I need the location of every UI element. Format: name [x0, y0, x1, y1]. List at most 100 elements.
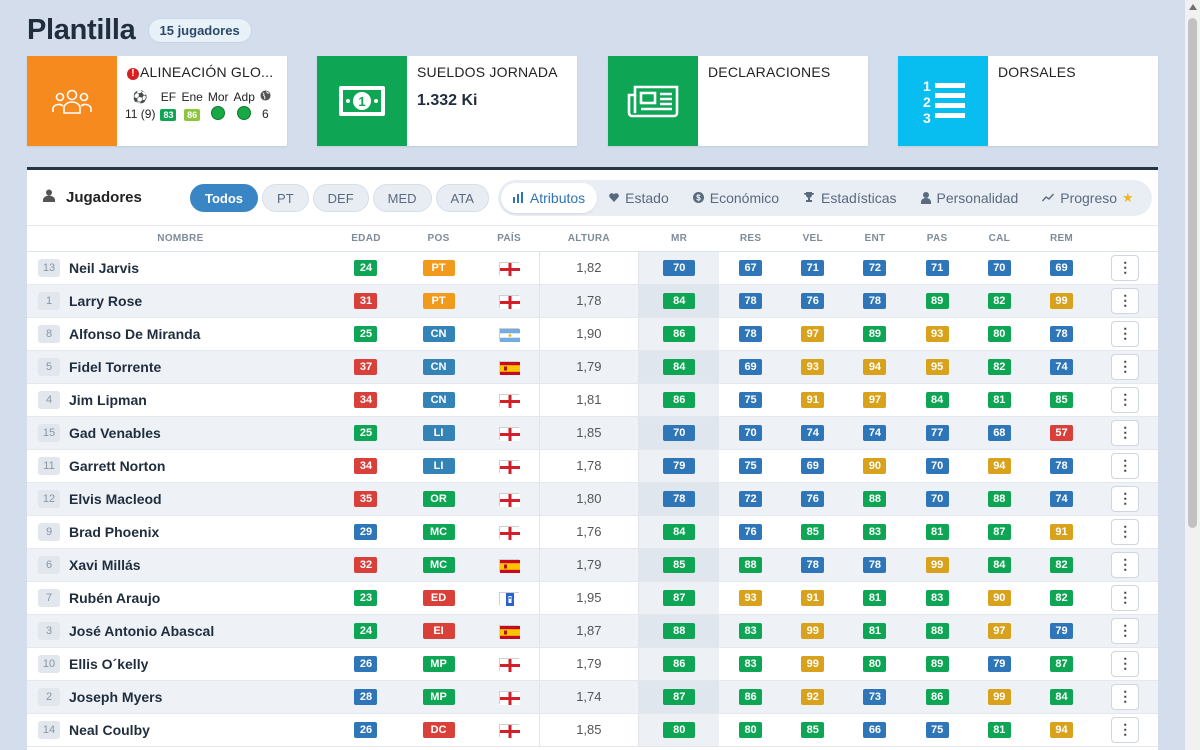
header-cal[interactable]: CAL	[968, 226, 1031, 252]
rem-badge: 74	[1050, 359, 1073, 375]
dorsal-number: 6	[38, 555, 60, 574]
rem-badge: 82	[1050, 590, 1073, 606]
table-row[interactable]: 2 Joseph Myers 28 MP 1,74 87 86 92 73 86 99 84 ⋮	[27, 680, 1158, 714]
flag-spain-icon	[498, 361, 520, 376]
header-pas[interactable]: PAS	[906, 226, 969, 252]
row-menu-button[interactable]: ⋮	[1111, 551, 1140, 578]
header-mr[interactable]: MR	[638, 226, 720, 252]
player-name[interactable]: Neal Coulby	[69, 722, 150, 738]
tab-economico[interactable]: $ Económico	[681, 183, 791, 213]
table-row[interactable]: 13 Neil Jarvis 24 PT 1,82 70 67 71 72 71 70 69 ⋮	[27, 251, 1158, 285]
player-name[interactable]: Larry Rose	[69, 293, 142, 309]
table-row[interactable]: 3 José Antonio Abascal 24 EI 1,87 88 83 99 81 88 9…	[27, 614, 1158, 648]
filter-med[interactable]: MED	[372, 183, 432, 212]
player-name[interactable]: Neil Jarvis	[69, 260, 139, 276]
mr-badge: 70	[663, 260, 696, 276]
age-badge: 25	[354, 425, 378, 441]
pas-badge: 75	[925, 722, 949, 738]
filter-def[interactable]: DEF	[312, 183, 369, 212]
header-pos[interactable]: POS	[398, 226, 479, 252]
page-scrollbar[interactable]	[1185, 0, 1200, 750]
table-row[interactable]: 5 Fidel Torrente 37 CN 1,79 84 69 93 94 95 82 74 ⋮	[27, 350, 1158, 384]
player-name[interactable]: Fidel Torrente	[69, 359, 161, 375]
table-row[interactable]: 7 Rubén Araujo 23 ED 1,95 87 93 91 81 83 90 82 ⋮	[27, 581, 1158, 615]
numbered-list-icon: 1 2 3	[898, 56, 988, 146]
row-menu-button[interactable]: ⋮	[1111, 419, 1140, 446]
tab-personalidad[interactable]: Personalidad	[909, 183, 1031, 213]
header-rem[interactable]: REM	[1030, 226, 1093, 252]
player-name[interactable]: Gad Venables	[69, 425, 161, 441]
filter-pt[interactable]: PT	[262, 183, 309, 212]
row-menu-button[interactable]: ⋮	[1111, 650, 1140, 677]
header-res[interactable]: RES	[719, 226, 782, 252]
row-menu-button[interactable]: ⋮	[1111, 320, 1140, 347]
flag-england-icon	[498, 262, 520, 277]
scrollbar-thumb[interactable]	[1188, 18, 1197, 528]
table-row[interactable]: 12 Elvis Macleod 35 OR 1,80 78 72 76 88 70 88 74 ⋮	[27, 482, 1158, 516]
header-pais[interactable]: PAÍS	[478, 226, 540, 252]
header-nombre[interactable]: NOMBRE	[27, 226, 334, 252]
age-badge: 31	[354, 293, 378, 309]
lineup-card[interactable]: ! ALINEACIÓN GLO... ⚽ 11 (9) EF 83 Ene 86 Mo…	[27, 56, 287, 146]
filter-todos[interactable]: Todos	[190, 183, 259, 212]
table-row[interactable]: 15 Gad Venables 25 LI 1,85 70 70 74 74 77 68 57 ⋮	[27, 416, 1158, 450]
player-name[interactable]: Garrett Norton	[69, 458, 165, 474]
tab-progreso[interactable]: Progreso ★	[1030, 183, 1145, 213]
header-altura[interactable]: ALTURA	[539, 226, 639, 252]
header-vel[interactable]: VEL	[781, 226, 844, 252]
scroll-up-arrow[interactable]	[1189, 4, 1197, 10]
table-row[interactable]: 11 Garrett Norton 34 LI 1,78 79 75 69 90 70 94 78 ⋮	[27, 449, 1158, 483]
dorsal-number: 15	[38, 423, 60, 442]
summary-cards: ! ALINEACIÓN GLO... ⚽ 11 (9) EF 83 Ene 86 Mo…	[27, 56, 1158, 146]
row-menu-button[interactable]: ⋮	[1111, 353, 1140, 380]
player-name[interactable]: Jim Lipman	[69, 392, 147, 408]
row-menu-button[interactable]: ⋮	[1111, 683, 1140, 710]
flag-england-icon	[498, 295, 520, 310]
flag-spain-icon	[498, 559, 520, 574]
player-name[interactable]: Xavi Millás	[69, 557, 141, 573]
ent-badge: 78	[863, 557, 887, 573]
row-menu-button[interactable]: ⋮	[1111, 716, 1140, 743]
filter-ata[interactable]: ATA	[435, 183, 489, 212]
row-menu-button[interactable]: ⋮	[1111, 386, 1140, 413]
table-row[interactable]: 10 Ellis O´kelly 26 MP 1,79 86 83 99 80 89 79 87 ⋮	[27, 647, 1158, 681]
player-name[interactable]: Elvis Macleod	[69, 491, 162, 507]
lineup-card-title: ALINEACIÓN GLO...	[140, 64, 274, 80]
player-name[interactable]: Rubén Araujo	[69, 590, 160, 606]
row-menu-button[interactable]: ⋮	[1111, 452, 1140, 479]
table-row[interactable]: 8 Alfonso De Miranda 25 CN 1,90 86 78 97 89 93 80 7…	[27, 317, 1158, 351]
ent-badge: 66	[863, 722, 887, 738]
player-name[interactable]: Ellis O´kelly	[69, 656, 148, 672]
salaries-value: 1.332 Ki	[417, 92, 478, 109]
salaries-card[interactable]: 1 SUELDOS JORNADA 1.332 Ki	[317, 56, 577, 146]
row-menu-button[interactable]: ⋮	[1111, 584, 1140, 611]
res-badge: 67	[739, 260, 763, 276]
tab-atributos[interactable]: Atributos	[500, 182, 598, 213]
row-menu-button[interactable]: ⋮	[1111, 518, 1140, 545]
row-menu-button[interactable]: ⋮	[1111, 254, 1140, 281]
players-toolbar: Jugadores Todos PT DEF MED ATA Atributos…	[27, 170, 1158, 226]
player-name[interactable]: Joseph Myers	[69, 689, 162, 705]
rem-badge: 84	[1050, 689, 1073, 705]
header-ent[interactable]: ENT	[843, 226, 907, 252]
pas-badge: 86	[925, 689, 949, 705]
header-edad[interactable]: EDAD	[333, 226, 399, 252]
coin-icon: $	[692, 192, 704, 203]
res-badge: 76	[739, 524, 763, 540]
player-name[interactable]: José Antonio Abascal	[69, 623, 214, 639]
declarations-card[interactable]: DECLARACIONES	[608, 56, 868, 146]
player-name[interactable]: Alfonso De Miranda	[69, 326, 200, 342]
table-row[interactable]: 1 Larry Rose 31 PT 1,78 84 78 76 78 89 82 99 ⋮	[27, 284, 1158, 318]
tab-estado[interactable]: Estado	[597, 183, 681, 213]
table-row[interactable]: 14 Neal Coulby 26 DC 1,85 80 80 85 66 75 81 94 ⋮	[27, 713, 1158, 747]
dorsals-card[interactable]: 1 2 3 DORSALES	[898, 56, 1158, 146]
row-menu-button[interactable]: ⋮	[1111, 485, 1140, 512]
row-menu-button[interactable]: ⋮	[1111, 287, 1140, 314]
table-row[interactable]: 6 Xavi Millás 32 MC 1,79 85 88 78 78 99 84 82 ⋮	[27, 548, 1158, 582]
table-row[interactable]: 4 Jim Lipman 34 CN 1,81 86 75 91 97 84 81 85 ⋮	[27, 383, 1158, 417]
tab-estadisticas[interactable]: Estadísticas	[791, 183, 908, 213]
player-name[interactable]: Brad Phoenix	[69, 524, 159, 540]
row-menu-button[interactable]: ⋮	[1111, 617, 1140, 644]
table-row[interactable]: 9 Brad Phoenix 29 MC 1,76 84 76 85 83 81 87 91 ⋮	[27, 515, 1158, 549]
players-panel: Jugadores Todos PT DEF MED ATA Atributos…	[27, 167, 1158, 750]
